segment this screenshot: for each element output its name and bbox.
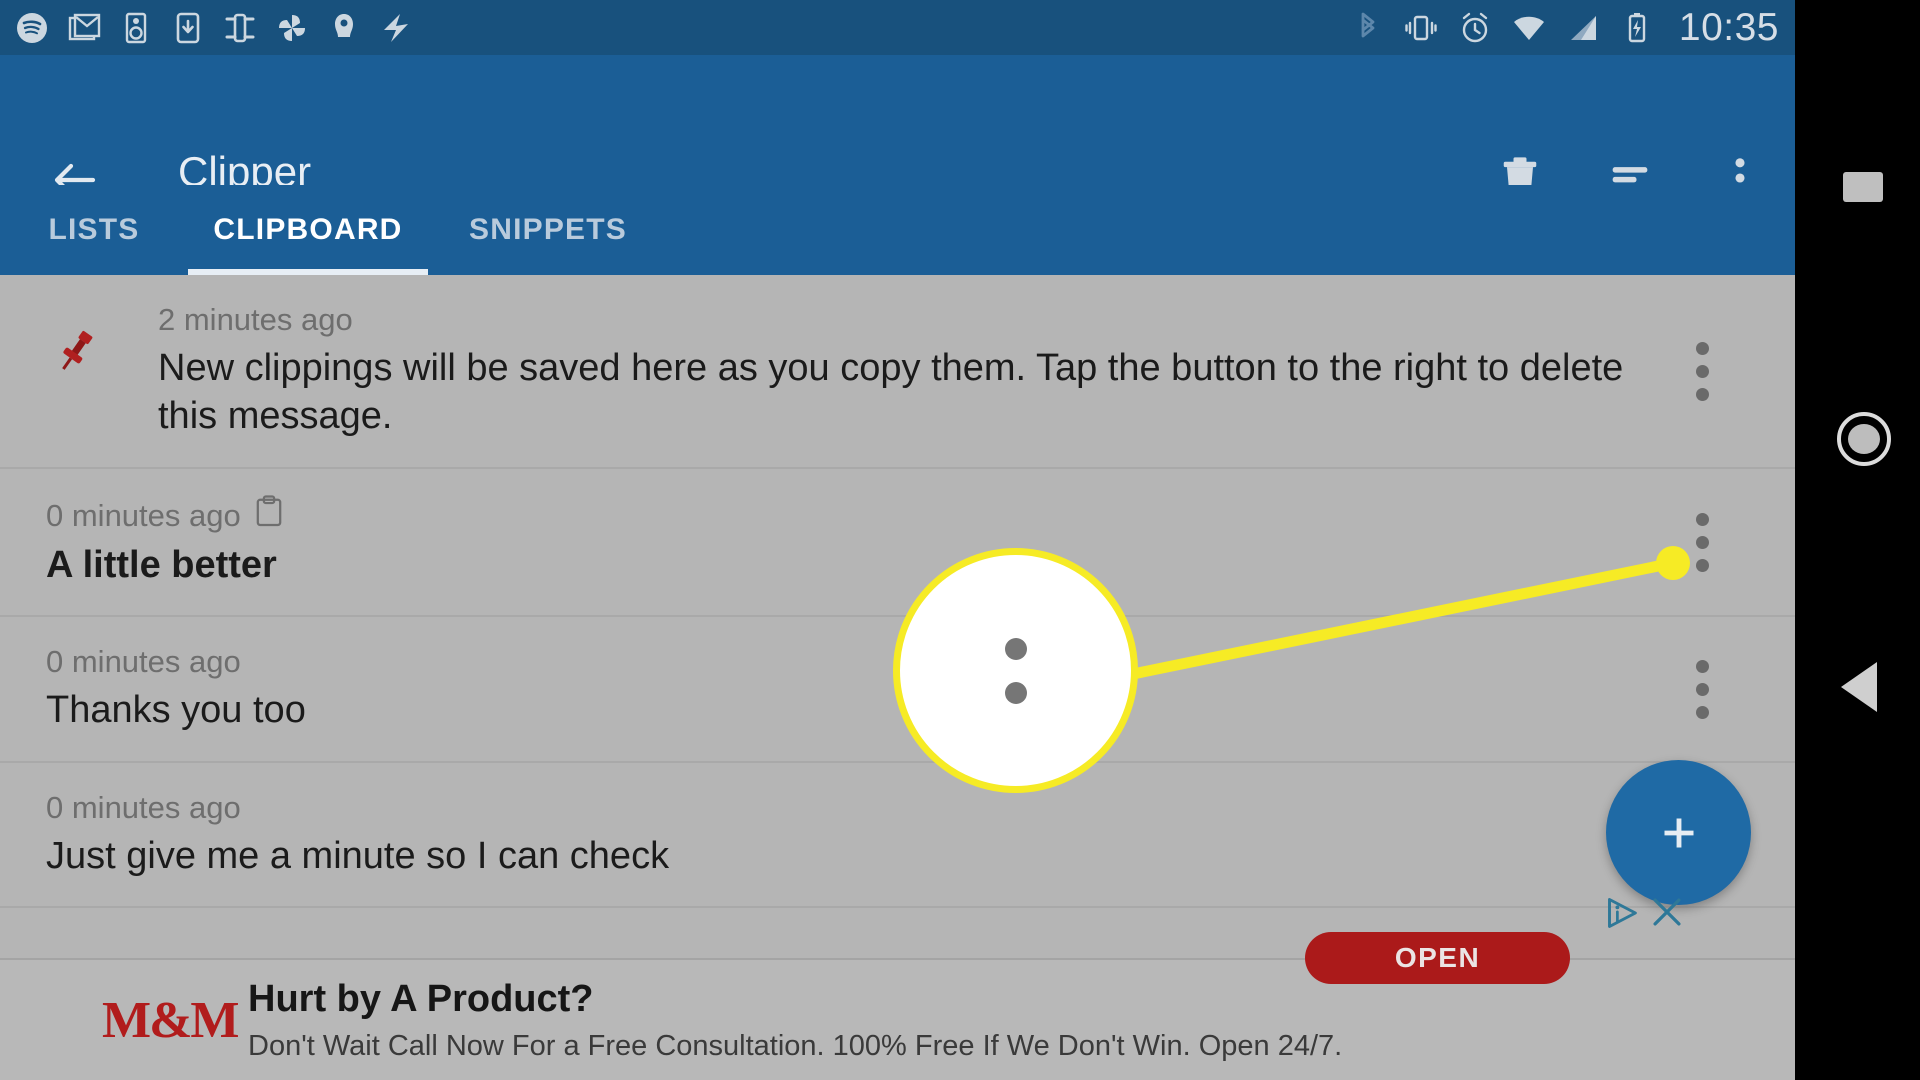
menu-dot (1695, 387, 1709, 401)
ad-description: Don't Wait Call Now For a Free Consultat… (248, 1030, 1343, 1062)
system-nav-bar (1795, 0, 1920, 1080)
callout-highlight-overflow-icon (893, 548, 1138, 793)
tab-lists[interactable]: LISTS (0, 185, 188, 275)
cell-signal-icon (1565, 10, 1601, 46)
home-circle-icon[interactable] (1837, 412, 1891, 466)
menu-dot (1695, 682, 1709, 696)
list-item-time-text: 0 minutes ago (46, 644, 241, 680)
cast-screen-icon (222, 10, 258, 46)
ad-open-button[interactable]: OPEN (1305, 932, 1570, 984)
list-item-time-text: 2 minutes ago (158, 302, 353, 337)
tab-snippets-label: SNIPPETS (469, 213, 627, 246)
gmail-icon (66, 10, 102, 46)
wifi-icon (1511, 10, 1547, 46)
alarm-icon (1457, 10, 1493, 46)
list-item-text: A little better (46, 543, 277, 586)
list-item-overflow-icon[interactable] (1679, 275, 1725, 467)
menu-dot (1695, 512, 1709, 526)
lightning-icon (378, 10, 414, 46)
status-bar-system-icons: 10:35 (1349, 6, 1795, 50)
status-bar: 10:35 (0, 0, 1795, 55)
download-phone-icon (170, 10, 206, 46)
battery-charging-icon (1619, 10, 1655, 46)
add-clipping-fab[interactable] (1606, 760, 1751, 905)
list-item-text: New clippings will be saved here as you … (158, 346, 1624, 438)
clipboard-icon (255, 495, 283, 537)
menu-dot (1004, 681, 1027, 704)
home-inner-dot (1848, 424, 1880, 454)
list-item-time-text: 0 minutes ago (46, 789, 241, 825)
recents-square-icon[interactable] (1843, 172, 1883, 202)
status-bar-clock: 10:35 (1678, 5, 1779, 49)
back-triangle-icon[interactable] (1841, 662, 1877, 712)
menu-dot (1695, 705, 1709, 719)
tab-lists-label: LISTS (48, 213, 140, 246)
list-item-overflow-icon[interactable] (1679, 617, 1725, 760)
spotify-icon (14, 10, 50, 46)
list-item-time: 0 minutes ago (46, 643, 1645, 682)
list-item-overflow-icon[interactable] (1679, 469, 1725, 615)
list-item[interactable]: 0 minutes ago A little better (0, 469, 1795, 618)
menu-dot (1695, 535, 1709, 549)
tab-clipboard-label: CLIPBOARD (213, 213, 403, 246)
list-item[interactable]: 2 minutes ago New clippings will be save… (0, 275, 1795, 469)
tab-snippets[interactable]: SNIPPETS (428, 185, 668, 275)
list-item-time: 0 minutes ago (46, 789, 1645, 828)
tab-bar: LISTS CLIPBOARD SNIPPETS (0, 185, 1795, 275)
list-item[interactable]: 0 minutes ago Just give me a minute so I… (0, 763, 1795, 909)
speaker-icon (118, 10, 154, 46)
keyhole-icon (326, 10, 362, 46)
list-item-body: 0 minutes ago A little better (0, 495, 1795, 589)
screenshot-root: 10:35 Clipper LISTS CLIPBOARD SNIPPETS 2… (0, 0, 1920, 1080)
menu-dot (1695, 558, 1709, 572)
list-item-text: Thanks you too (46, 689, 306, 732)
list-item-body: 2 minutes ago New clippings will be save… (0, 301, 1795, 441)
list-item-time: 0 minutes ago (46, 495, 1645, 537)
pin-icon (50, 325, 102, 377)
status-bar-notification-icons (0, 10, 414, 46)
list-item-body: 0 minutes ago Just give me a minute so I… (0, 789, 1795, 880)
menu-dot (1695, 341, 1709, 355)
menu-dot (1695, 659, 1709, 673)
vibrate-icon (1403, 10, 1439, 46)
bluetooth-icon (1349, 10, 1385, 46)
ad-headline: Hurt by A Product? (248, 978, 594, 1020)
pinwheel-icon (274, 10, 310, 46)
menu-dot (1004, 637, 1027, 660)
close-icon[interactable] (1648, 893, 1686, 936)
list-item-time-text: 0 minutes ago (46, 497, 241, 533)
adchoices-icon[interactable] (1605, 895, 1641, 936)
list-item-time: 2 minutes ago (158, 301, 1645, 340)
advertiser-logo: M&M (102, 992, 239, 1049)
list-item-text: Just give me a minute so I can check (46, 834, 670, 877)
menu-dot (1695, 364, 1709, 378)
tab-clipboard[interactable]: CLIPBOARD (188, 185, 428, 275)
phone-screen: 10:35 Clipper LISTS CLIPBOARD SNIPPETS 2… (0, 0, 1795, 1080)
